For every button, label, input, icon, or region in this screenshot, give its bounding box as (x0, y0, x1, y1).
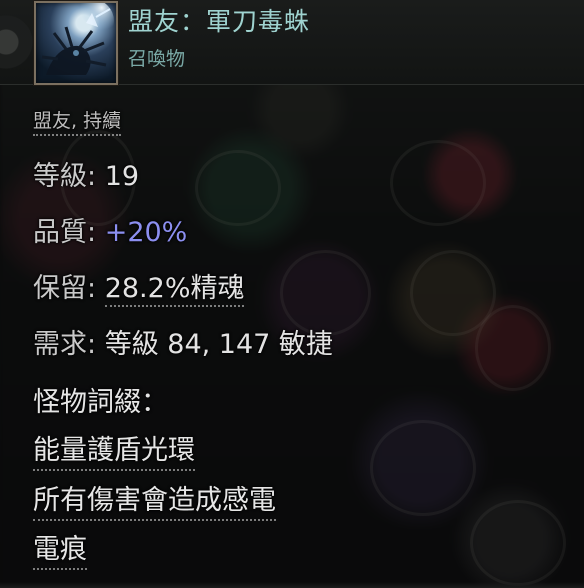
monster-mod-item: 能量護盾光環 (33, 434, 195, 471)
stat-quality-value: +20% (104, 217, 188, 248)
stat-reservation: 保留: 28.2%精魂 (33, 272, 245, 307)
stat-level-value: 19 (104, 161, 140, 192)
spider-minion-portrait-icon (34, 1, 118, 85)
stat-level-label: 等級: (33, 161, 97, 192)
monster-mods-heading: 怪物詞綴： (33, 387, 168, 418)
stat-level: 等級: 19 (33, 160, 139, 194)
spider-silhouette-icon (41, 3, 114, 75)
tooltip-body: 盟友, 持續 等級: 19 品質: +20% 保留: 28.2%精魂 需求: 等… (0, 84, 584, 588)
monster-mod-item: 所有傷害會造成感電 (33, 484, 276, 521)
stat-quality-label: 品質: (33, 217, 97, 248)
item-subtitle: 召喚物 (128, 48, 186, 70)
stat-quality: 品質: +20% (33, 216, 187, 250)
item-title: 盟友：軍刀毒蛛 (128, 7, 311, 36)
monster-mod-item: 電痕 (33, 533, 87, 570)
stat-requirements-value: 等級 84, 147 敏捷 (104, 329, 333, 360)
tooltip-header: 盟友：軍刀毒蛛 召喚物 (0, 0, 584, 90)
stat-requirements: 需求: 等級 84, 147 敏捷 (33, 328, 333, 362)
tooltip-bottom-edge (0, 582, 584, 588)
item-tooltip: 盟友：軍刀毒蛛 召喚物 盟友, 持續 等級: 19 品質: +20% 保留: 2… (0, 0, 584, 588)
gem-tags: 盟友, 持續 (33, 106, 122, 136)
stat-reservation-label: 保留: (33, 273, 97, 304)
stat-reservation-value: 28.2%精魂 (104, 273, 245, 307)
stat-requirements-label: 需求: (33, 329, 97, 360)
